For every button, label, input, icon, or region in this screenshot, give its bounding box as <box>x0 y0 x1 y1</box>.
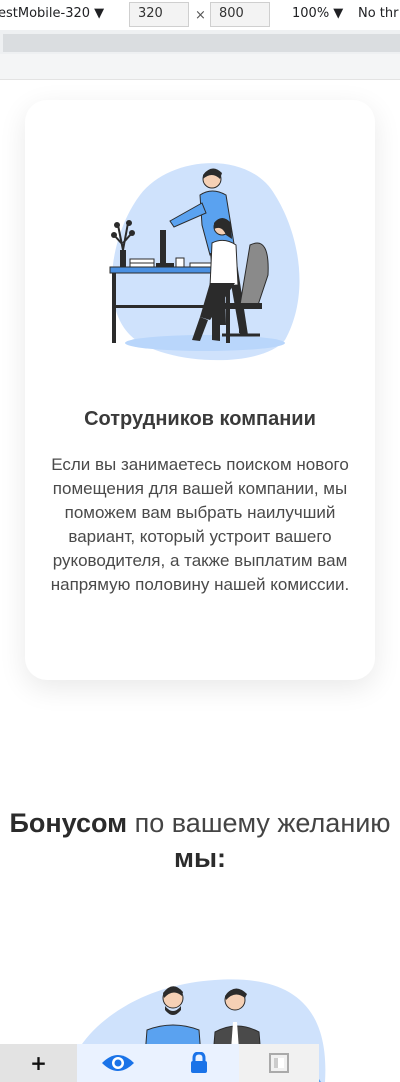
office-workers-illustration <box>109 163 300 361</box>
extension-button[interactable] <box>239 1044 319 1082</box>
add-button[interactable]: + <box>0 1044 77 1082</box>
ruler-strip <box>0 54 400 80</box>
lock-button[interactable] <box>158 1044 239 1082</box>
card-title: Сотрудников компании <box>84 408 316 430</box>
title-bold-end: мы: <box>173 843 227 873</box>
width-input[interactable]: 320 <box>129 2 189 27</box>
media-query-bar[interactable] <box>3 34 400 52</box>
employee-card: Сотрудников компании Если вы занимаетесь… <box>25 100 375 680</box>
title-normal: по вашему желанию <box>127 808 391 838</box>
eye-icon <box>101 1055 134 1071</box>
eye-button[interactable] <box>77 1044 158 1082</box>
bonus-section-title: Бонусом по вашему желанию мы: <box>0 806 400 876</box>
bottom-toolbar-spacer <box>319 1044 400 1082</box>
height-input[interactable]: 800 <box>210 2 270 27</box>
card-description: Если вы занимаетесь поиском нового помещ… <box>50 455 350 594</box>
title-bold-start: Бонусом <box>9 808 128 838</box>
extension-icon <box>269 1053 289 1073</box>
media-query-ruler-area <box>0 30 400 80</box>
lock-icon <box>190 1052 207 1073</box>
zoom-select[interactable]: 100% ▼ <box>292 6 343 21</box>
throttle-select[interactable]: No thr <box>358 6 399 21</box>
bottom-toolbar: + <box>0 1044 400 1082</box>
device-select[interactable]: estMobile-320 ▼ <box>0 6 104 21</box>
devtools-toolbar: estMobile-320 ▼ 320 × 800 100% ▼ No thr <box>0 0 400 30</box>
dimension-separator: × <box>195 8 206 23</box>
